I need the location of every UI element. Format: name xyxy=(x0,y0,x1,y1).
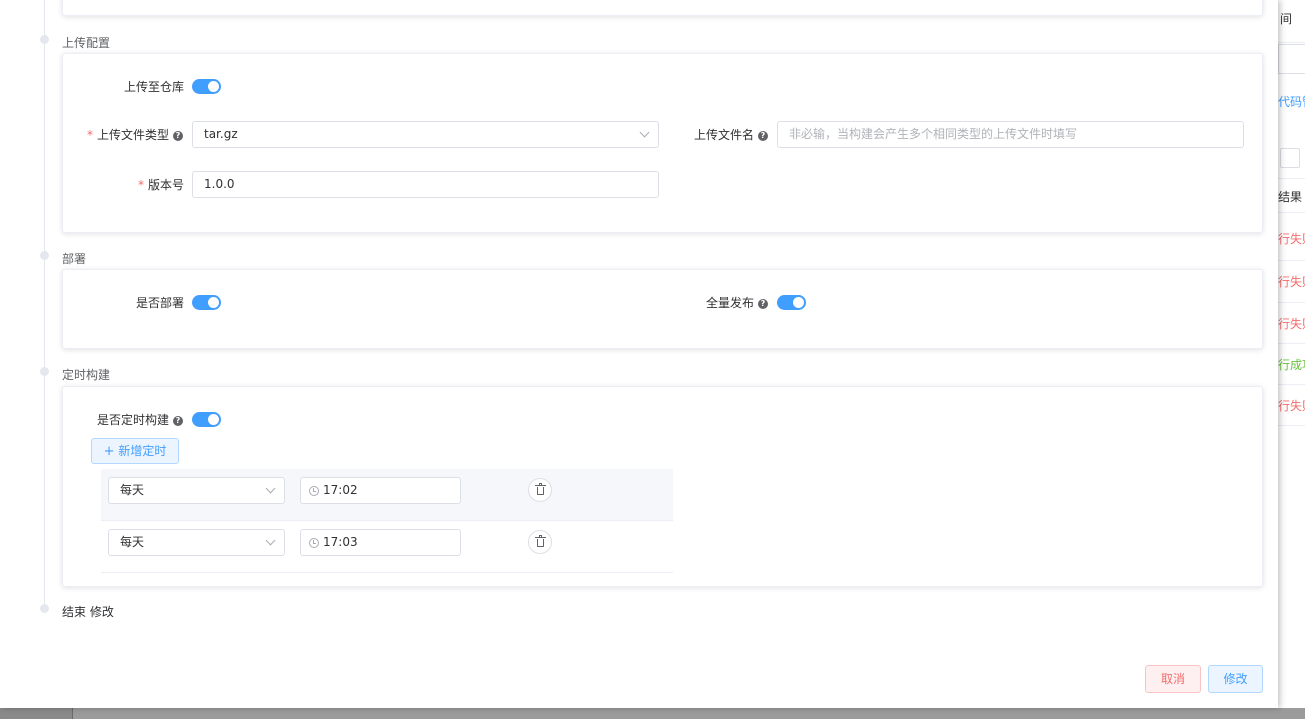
time-picker[interactable]: 17:02 xyxy=(300,477,461,504)
deploy-switch[interactable] xyxy=(192,295,221,310)
clock-icon xyxy=(309,486,319,496)
clock-icon xyxy=(309,538,319,548)
bg-status-4: 行成功 xyxy=(1278,358,1305,372)
timeline-node-schedule xyxy=(40,367,49,376)
upload-config-card: 上传至仓库 * 上传文件类型? tar.gz 上传文件名? 非必输，当构建会产生多… xyxy=(62,53,1263,233)
submit-button[interactable]: 修改 xyxy=(1208,665,1263,693)
frequency-select[interactable]: 每天 xyxy=(108,529,285,556)
frequency-select[interactable]: 每天 xyxy=(108,477,285,504)
background-page: 间 代码管 结果 行失败 行失败 行失败 行成功 行失败 xyxy=(1278,0,1305,719)
time-picker[interactable]: 17:03 xyxy=(300,529,461,556)
version-label: * 版本号 xyxy=(137,178,184,192)
version-input[interactable]: 1.0.0 xyxy=(192,171,659,198)
bg-status-1: 行失败 xyxy=(1278,232,1305,246)
file-name-label: 上传文件名? xyxy=(623,126,768,143)
schedule-row: 每天 17:03 xyxy=(101,521,673,573)
edit-pipeline-dialog: 上传配置 上传至仓库 * 上传文件类型? tar.gz 上传文件名? 非必输，当构… xyxy=(0,0,1278,708)
file-name-input[interactable]: 非必输，当构建会产生多个相同类型的上传文件时填写 xyxy=(777,121,1244,148)
chevron-down-icon xyxy=(265,535,276,546)
section-title-deploy: 部署 xyxy=(62,252,87,266)
timeline-node-deploy xyxy=(40,251,49,260)
bg-status-5: 行失败 xyxy=(1278,399,1305,413)
bg-input xyxy=(1278,44,1305,74)
deploy-label: 是否部署 xyxy=(135,296,184,310)
file-type-select[interactable]: tar.gz xyxy=(192,121,659,148)
schedule-enable-switch[interactable] xyxy=(192,412,221,427)
add-schedule-button[interactable]: + 新增定时 xyxy=(91,438,179,464)
schedule-card: 是否定时构建? + 新增定时 每天 17:02 每天 17:03 xyxy=(62,386,1263,587)
section-title-end: 结束 修改 xyxy=(62,605,114,619)
help-icon[interactable]: ? xyxy=(173,416,183,426)
file-type-label: * 上传文件类型? xyxy=(63,126,183,143)
background-bottom xyxy=(0,708,1305,719)
previous-section-card xyxy=(62,0,1263,16)
deploy-card: 是否部署 全量发布? xyxy=(62,269,1263,349)
bg-header-text: 间 xyxy=(1280,12,1293,26)
bg-col-header: 结果 xyxy=(1278,190,1303,204)
bg-box xyxy=(1280,148,1300,168)
bg-status-2: 行失败 xyxy=(1278,275,1305,289)
timeline-node-end xyxy=(40,604,49,613)
full-release-label: 全量发布? xyxy=(623,294,768,311)
timeline-node-upload xyxy=(40,35,49,44)
schedule-enable-label: 是否定时构建? xyxy=(63,411,183,428)
full-release-switch[interactable] xyxy=(777,295,806,310)
schedule-row: 每天 17:02 xyxy=(101,469,673,521)
timeline-line xyxy=(44,0,45,610)
help-icon[interactable]: ? xyxy=(758,299,768,309)
bg-link-text: 代码管 xyxy=(1278,95,1305,109)
cancel-button[interactable]: 取消 xyxy=(1145,665,1201,693)
section-title-upload: 上传配置 xyxy=(62,36,111,50)
delete-schedule-button[interactable] xyxy=(528,530,552,554)
to-repo-switch[interactable] xyxy=(192,79,221,94)
delete-schedule-button[interactable] xyxy=(528,478,552,502)
bg-status-3: 行失败 xyxy=(1278,317,1305,331)
chevron-down-icon xyxy=(265,483,276,494)
help-icon[interactable]: ? xyxy=(758,131,768,141)
help-icon[interactable]: ? xyxy=(173,131,183,141)
section-title-schedule: 定时构建 xyxy=(62,368,111,382)
to-repo-label: 上传至仓库 xyxy=(123,80,184,94)
plus-icon: + xyxy=(103,444,115,459)
